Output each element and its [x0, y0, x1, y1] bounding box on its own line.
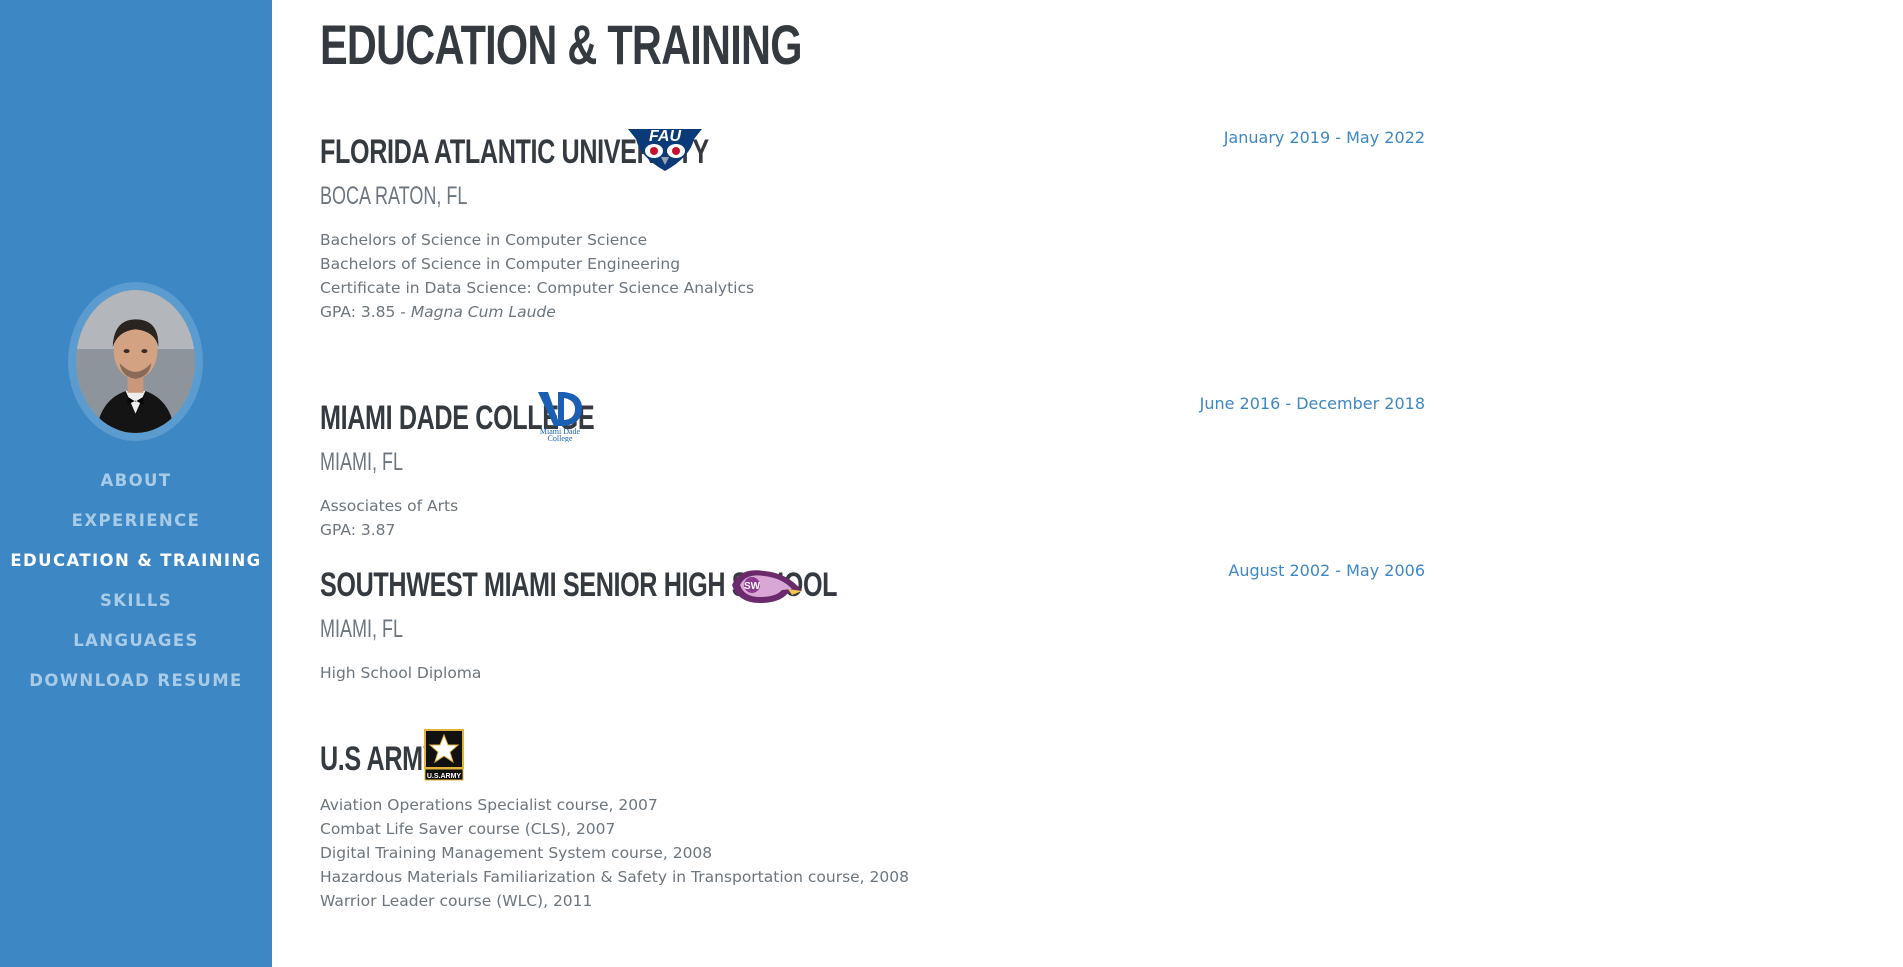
school-name: U.S Army [320, 740, 440, 778]
degree-list: Bachelors of Science in Computer Science… [320, 228, 1425, 324]
course-line: Warrior Leader course (WLC), 2011 [320, 892, 593, 910]
degree-list: Associates of Arts GPA: 3.87 [320, 494, 1425, 542]
course-list: Aviation Operations Specialist course, 2… [320, 793, 1425, 913]
profile-photo-frame [68, 282, 203, 441]
gpa-line: GPA: 3.85 - Magna Cum Laude [320, 300, 1425, 324]
course-line: Hazardous Materials Familiarization & Sa… [320, 868, 909, 886]
degree-line: Bachelors of Science in Computer Enginee… [320, 255, 681, 273]
eagle-logo-icon: SW [730, 563, 804, 612]
mdc-logo-text-2: College [548, 434, 573, 442]
date-range: August 2002 - May 2006 [1228, 561, 1425, 580]
nav-item-education-training[interactable]: Education & Training [0, 541, 272, 581]
svg-text:FAU: FAU [649, 128, 681, 145]
school-location: Miami, FL [320, 615, 404, 643]
honor-text: Magna Cum Laude [410, 303, 556, 321]
education-entry-mdc: Miami Dade College Miami Dade College Ju… [320, 386, 1425, 542]
army-logo-text: U.S.ARMY [427, 773, 462, 780]
nav-item-about[interactable]: About [0, 461, 272, 501]
degree-list: High School Diploma [320, 661, 1425, 685]
degree-line: Associates of Arts [320, 497, 459, 515]
degree-line: Bachelors of Science in Computer Science [320, 231, 648, 249]
gpa-value: GPA: 3.85 - [320, 303, 411, 321]
army-star-logo-icon: U.S.ARMY [424, 729, 464, 786]
sidebar: About Experience Education & Training Sk… [0, 0, 272, 967]
education-entry-southwest-miami: Southwest Miami Senior High School SW Au… [320, 553, 1425, 685]
course-line: Aviation Operations Specialist course, 2… [320, 796, 658, 814]
school-location: Miami, FL [320, 448, 404, 476]
course-line: Digital Training Management System cours… [320, 844, 713, 862]
nav-item-languages[interactable]: Languages [0, 621, 272, 661]
school-location: Boca Raton, FL [320, 182, 468, 210]
nav-item-experience[interactable]: Experience [0, 501, 272, 541]
profile-photo [76, 290, 195, 433]
date-range: January 2019 - May 2022 [1223, 128, 1425, 147]
main-content: Education & Training Florida Atlantic Un… [320, 0, 1430, 967]
fau-owl-logo-icon: FAU [626, 123, 704, 178]
page-title: Education & Training [320, 13, 802, 76]
nav-item-download-resume[interactable]: Download Resume [0, 661, 272, 701]
nav-item-skills[interactable]: Skills [0, 581, 272, 621]
degree-line: High School Diploma [320, 664, 482, 682]
degree-line: Certificate in Data Science: Computer Sc… [320, 279, 755, 297]
sidebar-nav: About Experience Education & Training Sk… [0, 461, 272, 701]
course-line: Combat Life Saver course (CLS), 2007 [320, 820, 616, 838]
education-entry-fau: Florida Atlantic University FAU January … [320, 120, 1425, 324]
mdc-logo-icon: Miami Dade College [534, 390, 586, 447]
svg-text:SW: SW [744, 581, 761, 592]
date-range: June 2016 - December 2018 [1199, 394, 1425, 413]
gpa-line: GPA: 3.87 [320, 521, 396, 539]
training-entry-us-army: U.S Army U.S.ARMY Aviation Operations Sp… [320, 727, 1425, 913]
